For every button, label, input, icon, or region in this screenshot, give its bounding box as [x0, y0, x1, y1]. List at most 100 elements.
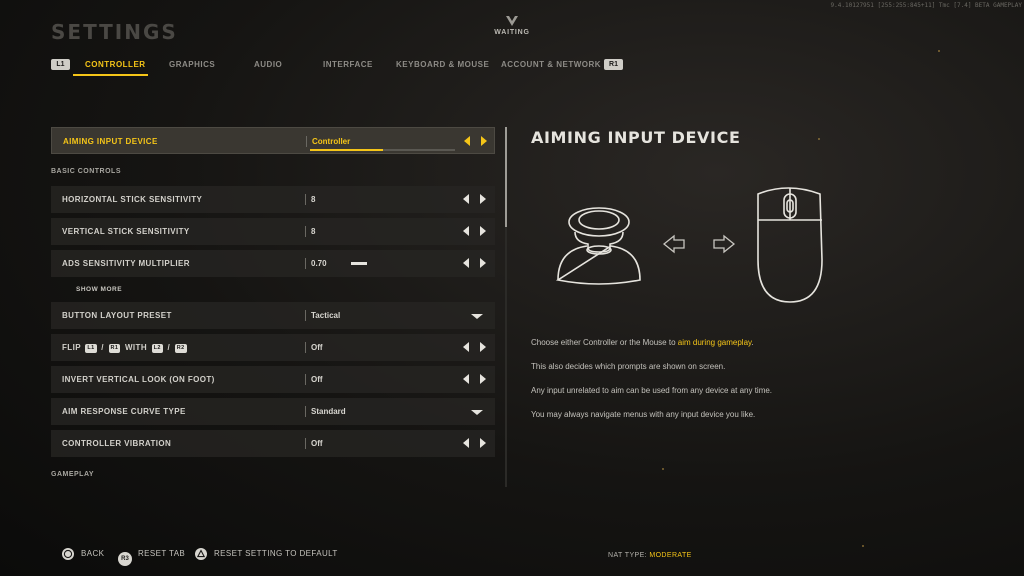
r1-bumper-hint[interactable]: R1 [604, 59, 623, 70]
setting-invert-vertical-look[interactable]: INVERT VERTICAL LOOK (ON FOOT) Off [51, 366, 495, 393]
tab-keyboard-mouse[interactable]: KEYBOARD & MOUSE [396, 60, 489, 69]
slash-text: / [167, 343, 171, 352]
back-button[interactable]: BACK [81, 549, 104, 558]
next-value-arrow-icon[interactable] [480, 438, 486, 448]
setting-value: Off [311, 375, 323, 384]
multiplier-slider-handle[interactable] [351, 262, 367, 265]
detail-description-line-1: Choose either Controller or the Mouse to… [531, 338, 754, 347]
l2-button-chip: L2 [151, 344, 163, 353]
input-device-illustration [555, 187, 823, 303]
ember-particle [862, 545, 864, 547]
section-heading-gameplay: GAMEPLAY [51, 471, 95, 478]
setting-ads-sensitivity-multiplier[interactable]: ADS SENSITIVITY MULTIPLIER 0.70 [51, 250, 495, 277]
detail-description-line-4: You may always navigate menus with any i… [531, 410, 756, 419]
next-value-arrow-icon[interactable] [480, 374, 486, 384]
value-divider [305, 406, 306, 417]
setting-horizontal-stick-sensitivity[interactable]: HORIZONTAL STICK SENSITIVITY 8 [51, 186, 495, 213]
faction-logo-icon [506, 16, 518, 26]
setting-aiming-input-device[interactable]: AIMING INPUT DEVICE Controller [51, 127, 495, 154]
dropdown-caret-icon[interactable] [471, 314, 483, 319]
previous-value-arrow-icon[interactable] [463, 226, 469, 236]
r3-button-chip: R3 [118, 552, 132, 566]
nat-type-label: NAT TYPE: [608, 552, 647, 559]
r3-button-icon: R3 [118, 547, 132, 566]
setting-value: Tactical [311, 311, 341, 320]
ember-particle [662, 468, 664, 470]
setting-label: CONTROLLER VIBRATION [62, 439, 172, 448]
nat-type-value: MODERATE [649, 552, 692, 559]
build-info: 9.4.10127951 [255:255:845+11] Tmc [7.4] … [830, 2, 1022, 9]
detail-title: AIMING INPUT DEVICE [531, 128, 741, 147]
right-arrow-icon [713, 234, 736, 254]
r2-button-chip: R2 [174, 344, 187, 353]
setting-button-layout-preset[interactable]: BUTTON LAYOUT PRESET Tactical [51, 302, 495, 329]
detail-description-line-3: Any input unrelated to aim can be used f… [531, 386, 773, 395]
tab-graphics[interactable]: GRAPHICS [169, 60, 215, 69]
next-value-arrow-icon[interactable] [480, 342, 486, 352]
setting-aim-response-curve[interactable]: AIM RESPONSE CURVE TYPE Standard [51, 398, 495, 425]
nat-type-status: NAT TYPE: MODERATE [608, 552, 692, 559]
tab-interface[interactable]: INTERFACE [323, 60, 373, 69]
previous-value-arrow-icon[interactable] [463, 194, 469, 204]
l1-bumper-hint[interactable]: L1 [51, 59, 70, 70]
dropdown-caret-icon[interactable] [471, 410, 483, 415]
settings-scrollbar[interactable] [505, 127, 507, 487]
with-label-text: WITH [124, 343, 148, 352]
setting-vertical-stick-sensitivity[interactable]: VERTICAL STICK SENSITIVITY 8 [51, 218, 495, 245]
previous-value-arrow-icon[interactable] [463, 374, 469, 384]
value-divider [305, 194, 306, 205]
next-value-arrow-icon[interactable] [480, 194, 486, 204]
value-divider [305, 226, 306, 237]
previous-value-arrow-icon[interactable] [463, 342, 469, 352]
left-arrow-icon [662, 234, 685, 254]
ember-particle [938, 50, 940, 52]
value-divider [305, 342, 306, 353]
setting-value: Controller [312, 137, 351, 146]
setting-label: AIM RESPONSE CURVE TYPE [62, 407, 186, 416]
next-value-arrow-icon[interactable] [480, 258, 486, 268]
setting-label: ADS SENSITIVITY MULTIPLIER [62, 259, 190, 268]
value-divider [305, 310, 306, 321]
setting-label: INVERT VERTICAL LOOK (ON FOOT) [62, 375, 215, 384]
status-text: WAITING [494, 29, 530, 36]
tab-audio[interactable]: AUDIO [254, 60, 282, 69]
setting-value: Off [311, 343, 323, 352]
ember-particle [818, 138, 820, 140]
l1-button-chip: L1 [85, 344, 97, 353]
show-more-link[interactable]: SHOW MORE [76, 286, 122, 293]
detail-description-line-2: This also decides which prompts are show… [531, 362, 726, 371]
highlighted-text: aim during gameplay [677, 338, 752, 347]
section-heading-basic-controls: BASIC CONTROLS [51, 168, 121, 175]
value-progress-bar [310, 149, 455, 151]
active-tab-indicator [73, 74, 148, 76]
setting-flip-bumpers[interactable]: FLIP L1 / R1 WITH L2 / R2 Off [51, 334, 495, 361]
reset-setting-default-button[interactable]: RESET SETTING TO DEFAULT [214, 549, 338, 558]
reset-tab-button[interactable]: RESET TAB [138, 549, 185, 558]
tab-account-network[interactable]: ACCOUNT & NETWORK [501, 60, 601, 69]
thumbstick-icon [555, 207, 641, 285]
setting-value: 0.70 [311, 259, 327, 268]
value-divider [305, 438, 306, 449]
setting-label: VERTICAL STICK SENSITIVITY [62, 227, 190, 236]
previous-value-arrow-icon[interactable] [464, 136, 470, 146]
setting-label: BUTTON LAYOUT PRESET [62, 311, 172, 320]
setting-value: 8 [311, 227, 316, 236]
setting-value: 8 [311, 195, 316, 204]
mouse-icon [757, 187, 823, 303]
status-indicator: WAITING [488, 16, 536, 36]
value-divider [305, 374, 306, 385]
setting-label: FLIP L1 / R1 WITH L2 / R2 [62, 343, 189, 353]
setting-controller-vibration[interactable]: CONTROLLER VIBRATION Off [51, 430, 495, 457]
tab-controller[interactable]: CONTROLLER [85, 60, 146, 69]
scrollbar-thumb[interactable] [505, 127, 507, 227]
previous-value-arrow-icon[interactable] [463, 438, 469, 448]
flip-label-text: FLIP [62, 343, 81, 352]
circle-button-icon [62, 548, 74, 560]
next-value-arrow-icon[interactable] [480, 226, 486, 236]
setting-value: Standard [311, 407, 346, 416]
next-value-arrow-icon[interactable] [481, 136, 487, 146]
value-divider [306, 136, 307, 147]
previous-value-arrow-icon[interactable] [463, 258, 469, 268]
description-text: Choose either Controller or the Mouse to [531, 338, 678, 347]
r1-button-chip: R1 [108, 344, 121, 353]
